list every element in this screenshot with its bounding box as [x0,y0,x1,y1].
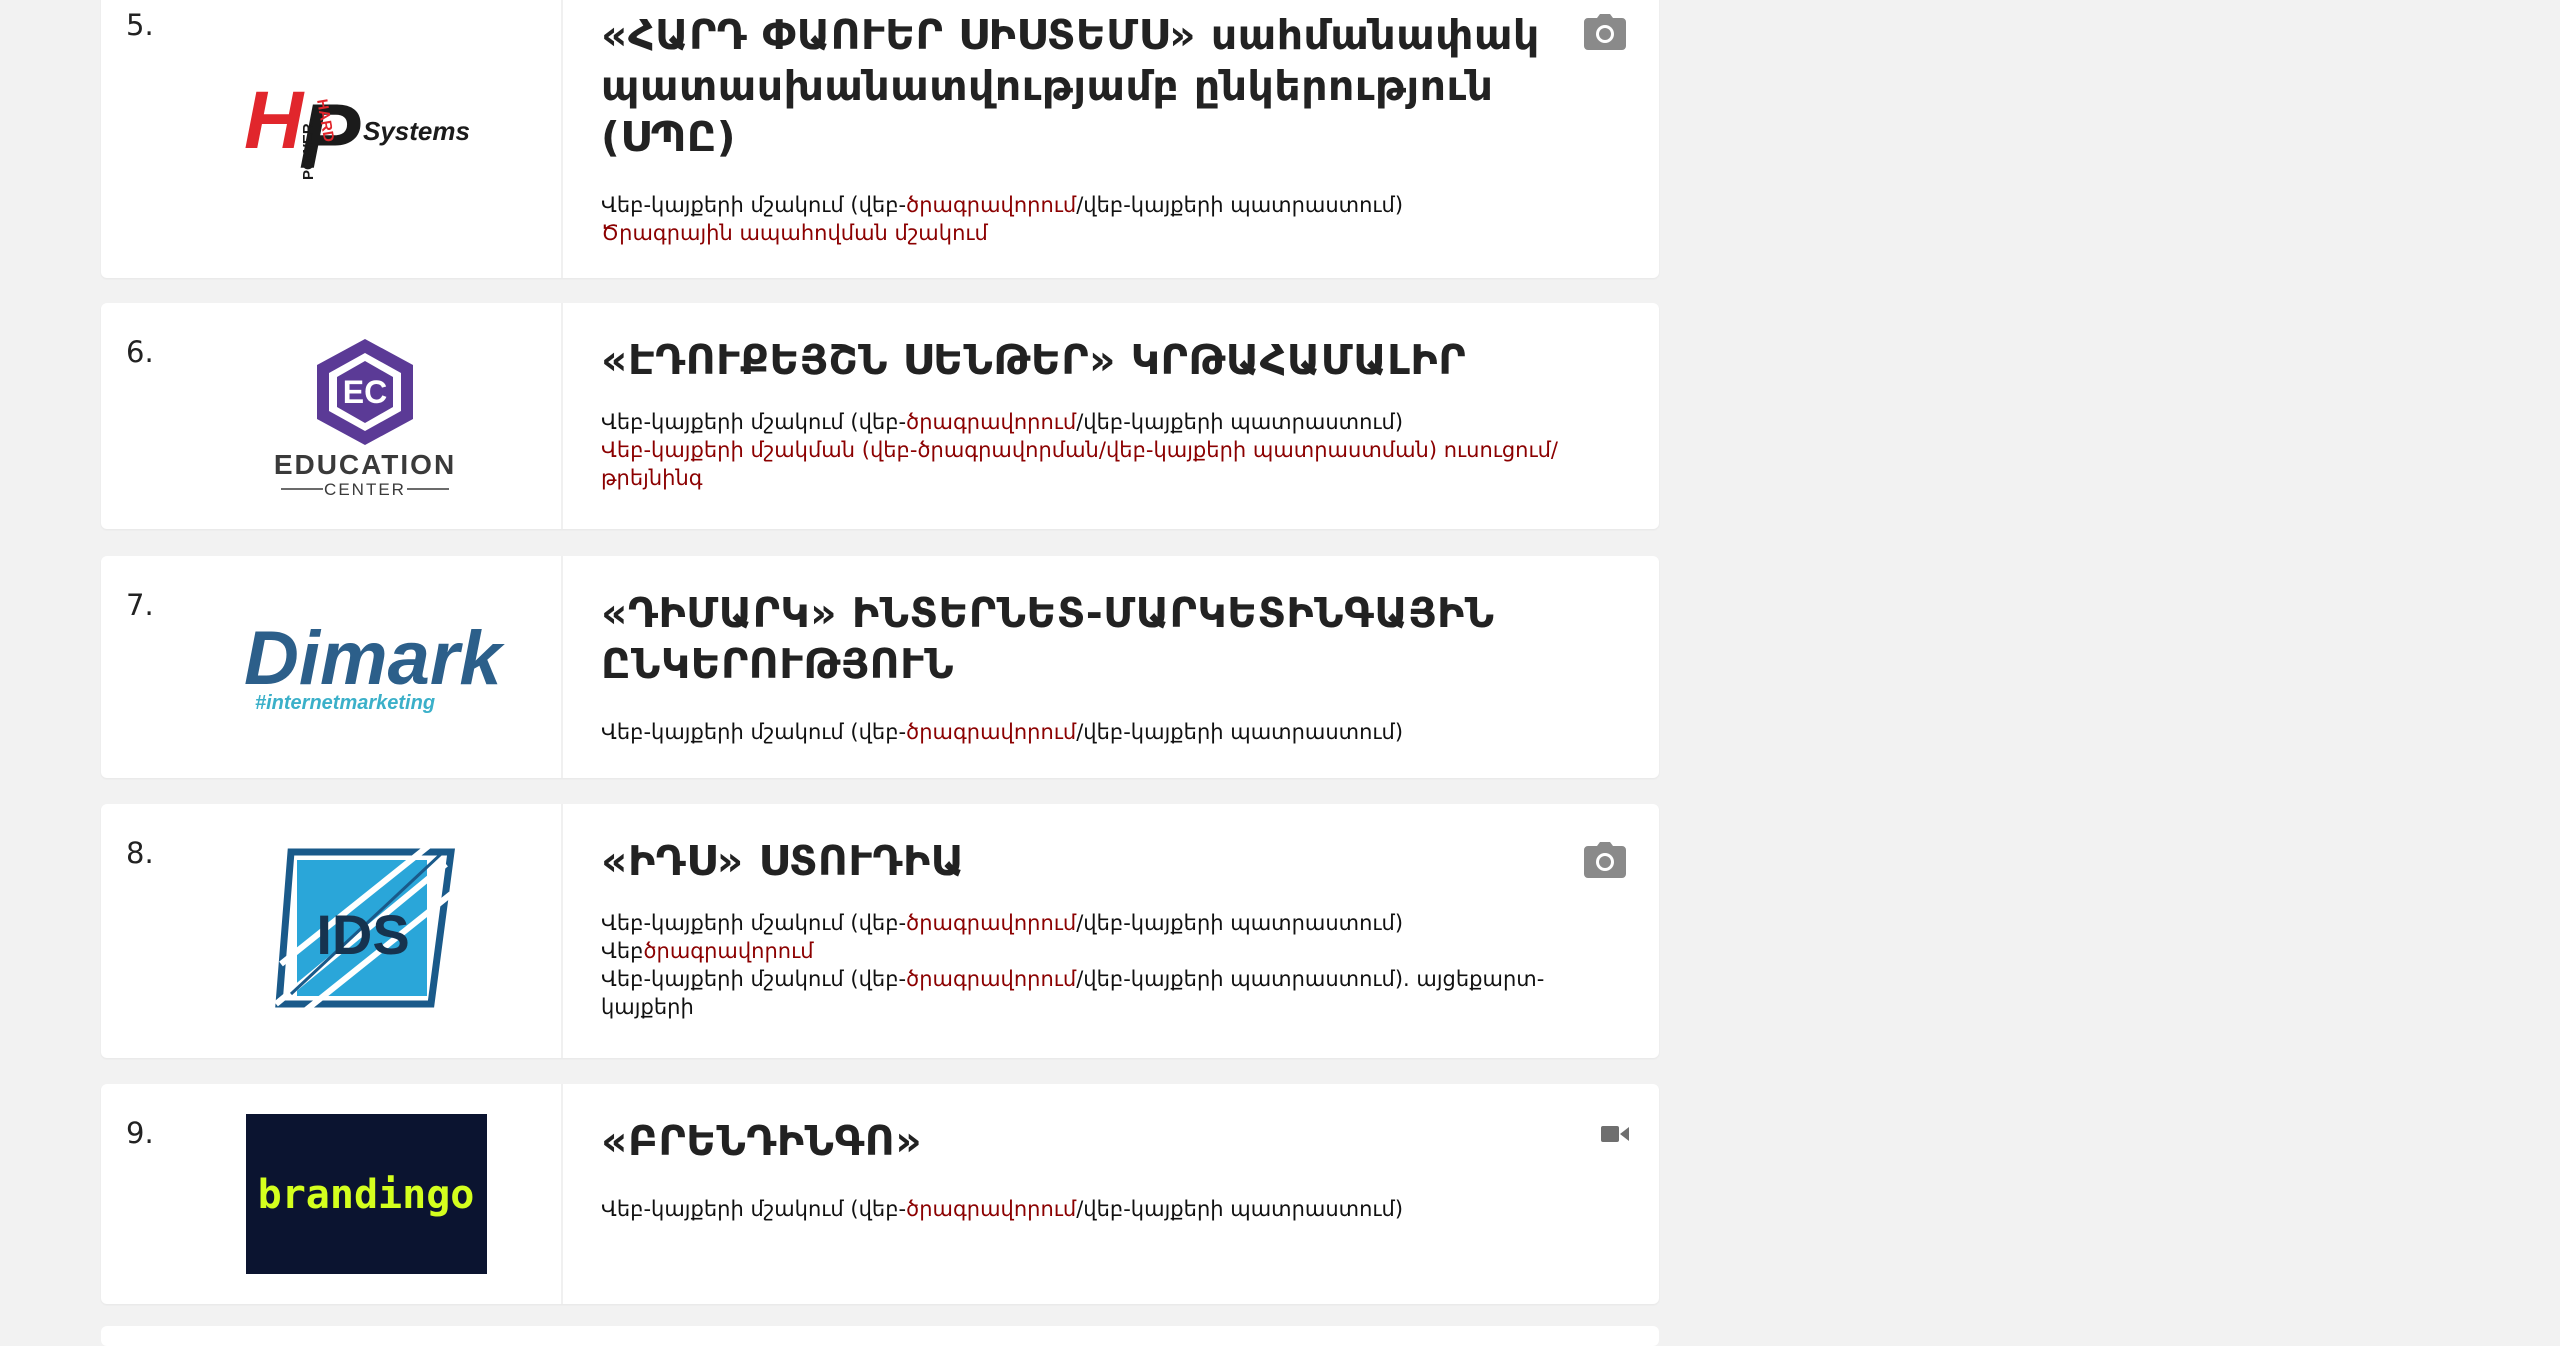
logo-brandingo-text: brandingo [258,1172,475,1218]
activity-link[interactable]: ծրագրավորում [643,939,813,963]
activity-link[interactable]: ծրագրավորում [906,967,1076,991]
company-title[interactable]: «ՀԱՐԴ ՓԱՈՒԵՐ ՍԻՍՏԵՄՍ» սահմանափակ պատասխա… [601,10,1581,163]
activity-link[interactable]: ծրագրավորում [906,193,1076,217]
video-camera-icon[interactable] [1601,1124,1629,1148]
company-title[interactable]: «ԴԻՄԱՐԿ» ԻՆՏԵՐՆԵՏ-ՄԱՐԿԵՏԻՆԳԱՅԻՆ ԸՆԿԵՐՈՒԹ… [601,588,1581,690]
activity-link[interactable]: Վեբ-կայքերի մշակման (վեբ-ծրագրավորման/վե… [601,436,1581,492]
company-logo[interactable]: H P HARD POWER Systems [101,0,563,278]
company-logo[interactable]: IDS [101,804,563,1058]
list-item[interactable]: 5. H P HARD POWER Systems «ՀԱՐԴ ՓԱՈՒԵՐ Ս… [101,0,1659,278]
activity-line: Վեբ-կայքերի մշակում (վեբ-ծրագրավորում/վե… [601,1197,1404,1221]
activity-line: Վեբ-կայքերի մշակում (վեբ-ծրագրավորում/վե… [601,720,1404,744]
company-logo[interactable]: EC EDUCATION CENTER [101,303,563,529]
company-logo[interactable]: brandingo [101,1084,563,1304]
logo-ids-text: IDS [316,903,409,966]
activity-line: Վեբծրագրավորում [601,939,814,963]
logo-ec-text: EC [343,374,387,410]
company-title[interactable]: «ԻԴՍ» ՍՏՈՒԴԻԱ [601,836,1581,887]
list-item[interactable]: 7. Dimark #internetmarketing «ԴԻՄԱՐԿ» ԻՆ… [101,556,1659,778]
camera-icon[interactable] [1584,14,1626,54]
list-item[interactable]: 8. IDS «ԻԴՍ» ՍՏՈՒԴԻԱ Վեբ-կայքերի մշակում… [101,804,1659,1058]
list-item[interactable]: 9. brandingo «ԲՐԵՆԴԻՆԳՈ» Վեբ-կայքերի մշա… [101,1084,1659,1304]
activity-link[interactable]: ծրագրավորում [906,720,1076,744]
activity-link[interactable]: ծրագրավորում [906,1197,1076,1221]
logo-systems-text: Systems [363,116,470,146]
company-logo[interactable]: Dimark #internetmarketing [101,556,563,778]
logo-power-text: POWER [300,123,317,180]
activity-link[interactable]: Ծրագրային ապահովման մշակում [601,219,1581,247]
svg-text:H: H [244,75,305,166]
activity-line: Վեբ-կայքերի մշակում (վեբ-ծրագրավորում/վե… [601,193,1404,217]
activity-line: Վեբ-կայքերի մշակում (վեբ-ծրագրավորում/վե… [601,967,1545,1019]
list-item[interactable]: 6. EC EDUCATION CENTER «ԷԴՈՒՔԵՅՇՆ ՍԵՆԹԵՐ… [101,303,1659,529]
logo-center-text: CENTER [324,480,406,499]
company-title[interactable]: «ԷԴՈՒՔԵՅՇՆ ՍԵՆԹԵՐ» ԿՐԹԱՀԱՄԱԼԻՐ [601,335,1581,386]
camera-icon[interactable] [1584,842,1626,882]
list-item[interactable] [101,1326,1659,1346]
activity-link[interactable]: ծրագրավորում [906,911,1076,935]
logo-education-text: EDUCATION [274,449,456,480]
activity-line: Վեբ-կայքերի մշակում (վեբ-ծրագրավորում/վե… [601,911,1404,935]
company-title[interactable]: «ԲՐԵՆԴԻՆԳՈ» [601,1116,1581,1167]
activity-link[interactable]: ծրագրավորում [906,410,1076,434]
activity-line: Վեբ-կայքերի մշակում (վեբ-ծրագրավորում/վե… [601,410,1404,434]
logo-dimark-text: Dimark [244,616,505,701]
logo-tagline-text: #internetmarketing [255,692,435,714]
